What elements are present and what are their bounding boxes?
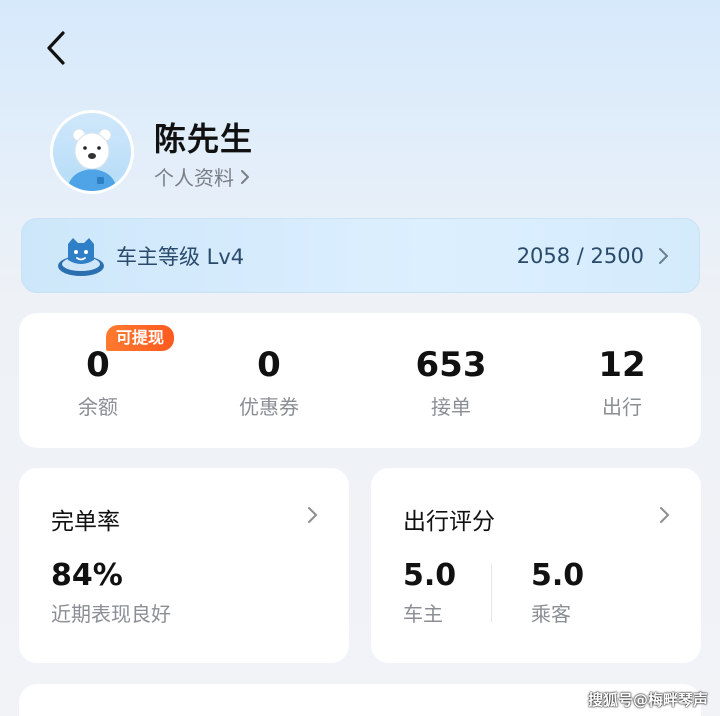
passenger-rating-label: 乘客 bbox=[531, 602, 571, 626]
completion-desc: 近期表现良好 bbox=[51, 602, 171, 626]
stat-label: 优惠券 bbox=[239, 395, 299, 419]
trip-rating-card[interactable]: 出行评分 5.0 车主 5.0 乘客 bbox=[371, 468, 701, 663]
stat-trips[interactable]: 12 出行 bbox=[587, 343, 657, 420]
driver-rating-value: 5.0 bbox=[403, 558, 457, 593]
stat-label: 出行 bbox=[602, 395, 642, 419]
chevron-right-icon bbox=[659, 247, 668, 264]
stat-value: 653 bbox=[415, 345, 487, 385]
watermark: 搜狐号@梅畔琴声 bbox=[587, 691, 708, 709]
level-progress: 2058 / 2500 bbox=[516, 243, 644, 268]
chevron-right-icon bbox=[308, 507, 317, 523]
stat-label: 接单 bbox=[431, 395, 471, 419]
level-label: 车主等级 Lv4 bbox=[116, 244, 245, 269]
rating-divider bbox=[491, 564, 492, 622]
completion-value: 84% bbox=[51, 558, 123, 593]
stat-orders[interactable]: 653 接单 bbox=[405, 343, 497, 420]
passenger-rating-value: 5.0 bbox=[531, 558, 585, 593]
rating-title: 出行评分 bbox=[403, 509, 495, 535]
stat-coupons[interactable]: 0 优惠券 bbox=[224, 343, 314, 420]
polar-bear-avatar-icon bbox=[67, 128, 117, 191]
level-card[interactable]: 车主等级 Lv4 2058 / 2500 bbox=[21, 218, 700, 293]
chevron-right-icon bbox=[241, 169, 249, 184]
stat-value: 0 bbox=[257, 345, 281, 385]
chevron-left-icon bbox=[47, 31, 65, 65]
chevron-right-icon bbox=[660, 507, 669, 523]
stat-value: 12 bbox=[598, 345, 646, 385]
driver-rating-label: 车主 bbox=[403, 602, 443, 626]
completion-title: 完单率 bbox=[51, 509, 120, 535]
level-badge-icon bbox=[58, 237, 104, 276]
profile-link-label: 个人资料 bbox=[154, 166, 234, 190]
user-name: 陈先生 bbox=[154, 120, 254, 158]
stat-balance[interactable]: 0 余额 bbox=[65, 343, 131, 420]
back-button[interactable] bbox=[38, 28, 74, 68]
avatar[interactable] bbox=[50, 110, 134, 194]
completion-rate-card[interactable]: 完单率 84% 近期表现良好 bbox=[19, 468, 349, 663]
stat-label: 余额 bbox=[78, 395, 118, 419]
withdrawable-badge: 可提现 bbox=[106, 325, 175, 351]
profile-link[interactable]: 个人资料 bbox=[154, 162, 250, 191]
